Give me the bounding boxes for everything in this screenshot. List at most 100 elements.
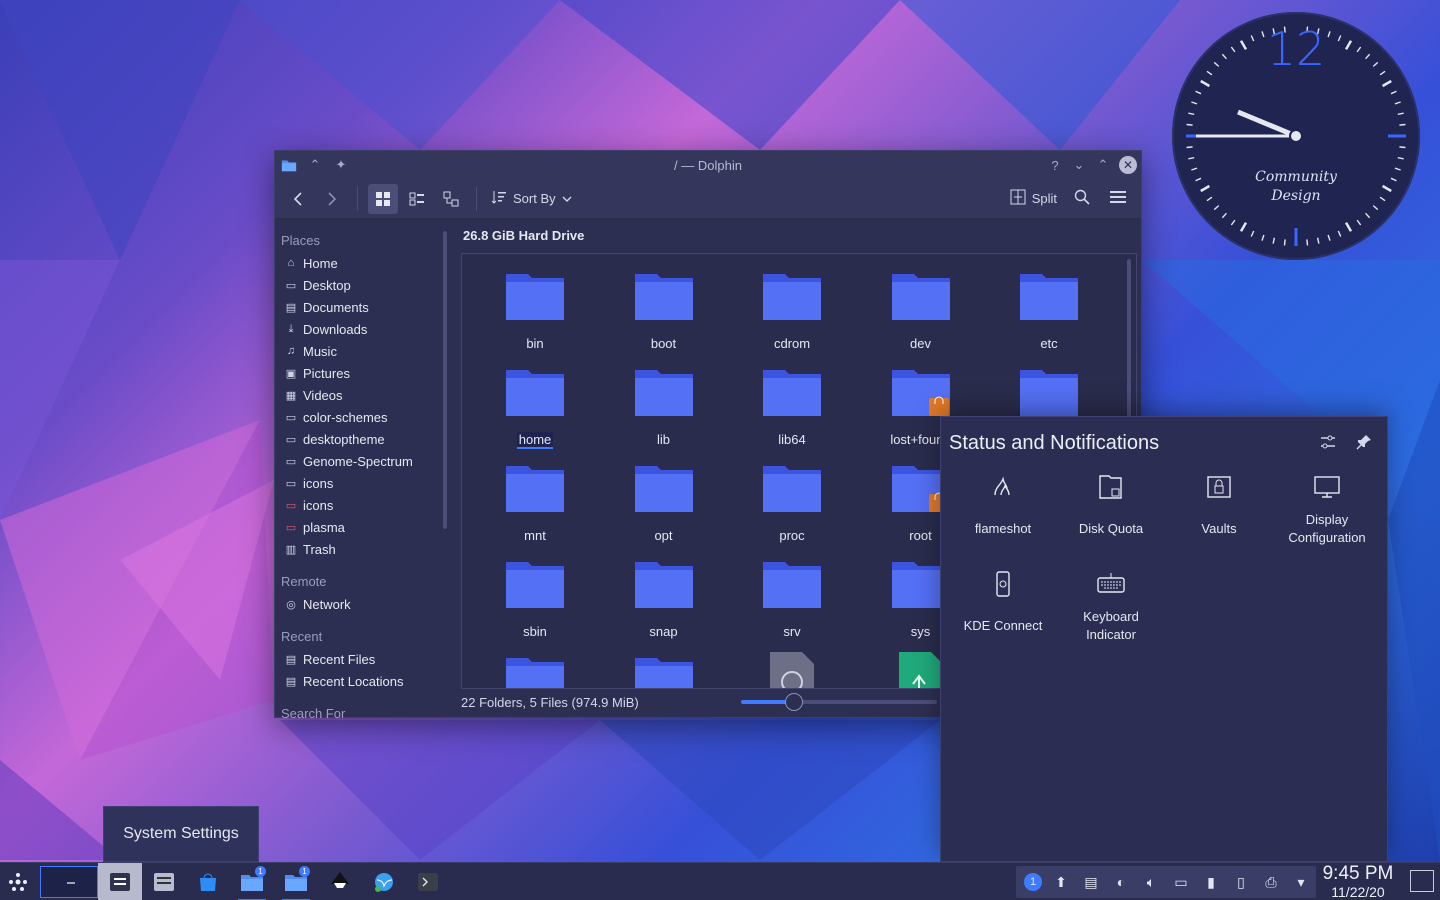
folder-item[interactable]: snap [609,556,719,639]
folder-item[interactable] [480,652,590,688]
tray-expand-chevron-icon[interactable]: ▾ [1290,871,1312,893]
notification-count-badge[interactable]: 1 [1024,873,1042,891]
folder-item[interactable]: dev [866,268,976,351]
folder-item[interactable]: cdrom [737,268,847,351]
folder-item[interactable]: bin [480,268,590,351]
folder-item[interactable]: mnt [480,460,590,543]
status-item[interactable]: Vaults [1165,473,1273,538]
window-titlebar[interactable]: ⌃ ✦ / — Dolphin ? ⌄ ⌃ ✕ [275,151,1141,179]
folder-item[interactable] [609,652,719,688]
details-view-button[interactable] [436,184,466,214]
folder-item[interactable] [994,364,1104,418]
help-button[interactable]: ? [1047,157,1063,173]
clipboard-icon[interactable]: ▤ [1080,871,1102,893]
folder-item[interactable]: proc [737,460,847,543]
folder-item[interactable]: etc [994,268,1104,351]
brightness-icon[interactable]: ◐ [1110,871,1132,893]
place-item[interactable]: ▭ Desktop [275,274,437,296]
folder-item[interactable]: sbin [480,556,590,639]
place-item[interactable]: ▤ Documents [275,296,437,318]
status-item[interactable]: Keyboard Indicator [1057,570,1165,644]
icons-view-button[interactable] [368,183,398,214]
clock-tick [1316,237,1320,244]
task-store[interactable] [186,863,230,900]
usb-device-icon[interactable]: ▮ [1200,871,1222,893]
back-button[interactable] [283,184,313,214]
pin-icon[interactable]: ✦ [333,157,349,173]
close-button[interactable]: ✕ [1119,156,1137,174]
pin-icon[interactable] [1355,433,1373,454]
task-browser[interactable] [362,863,406,900]
volume-icon[interactable]: 🔈︎ [1140,871,1162,893]
zoom-slider-handle[interactable] [784,693,803,711]
places-header: Places [281,233,321,248]
compact-view-button[interactable] [402,184,432,214]
place-item[interactable]: ▭ icons [275,494,437,516]
folder-icon [762,268,822,322]
zoom-slider[interactable] [741,693,937,711]
file-item[interactable] [737,652,847,688]
file-view-scrollbar[interactable] [1127,259,1131,419]
place-item[interactable]: ⤓ Downloads [275,318,437,340]
updates-icon[interactable]: ⬆ [1050,871,1072,893]
configure-icon[interactable] [1319,433,1337,454]
recent-locations-icon: ▤ [285,675,297,688]
folder-app-icon[interactable] [281,157,297,173]
place-item[interactable]: ▦ Videos [275,384,437,406]
system-tray: 1 ⬆ ▤ ◐ 🔈︎ ▭ ▮ ▯ ⎙ ▾ [1016,866,1316,898]
folder-name: mnt [524,528,546,543]
status-item[interactable]: flameshot [949,473,1057,538]
place-item[interactable]: ▭ desktoptheme [275,428,437,450]
application-launcher-button[interactable] [0,863,36,900]
task-dolphin-1[interactable]: 1 [230,863,274,900]
places-scrollbar[interactable] [443,231,447,529]
place-item[interactable]: ▣ Pictures [275,362,437,384]
place-item[interactable]: ▤ Recent Files [275,648,437,670]
place-item[interactable]: ▭ icons [275,472,437,494]
clock-tick [1272,237,1276,244]
kde-connect-tray-icon[interactable]: ▯ [1230,871,1252,893]
hamburger-menu-button[interactable] [1103,184,1133,214]
home-icon: ⌂ [287,257,295,269]
place-item[interactable]: ◎ Network [275,593,437,615]
place-item[interactable]: ▥ Trash [275,538,437,560]
place-item[interactable]: ▭ Genome-Spectrum [275,450,437,472]
status-item-label: Display Configuration [1288,512,1366,545]
place-item[interactable]: ⌂ Home [275,252,437,274]
folder-item[interactable]: lib [609,364,719,447]
place-item[interactable]: ♫ Music [275,340,437,362]
search-button[interactable] [1067,184,1097,214]
folder-item[interactable]: lib64 [737,364,847,447]
task-inkscape[interactable] [318,863,362,900]
remote-header: Remote [281,574,327,589]
place-item[interactable]: ▭ color-schemes [275,406,437,428]
split-button[interactable]: Split [1006,184,1061,214]
folder-item[interactable]: boot [609,268,719,351]
status-item[interactable]: Disk Quota [1057,473,1165,538]
clock-date: 11/22/20 [1331,884,1385,900]
virtual-desktop-pager[interactable] [40,865,98,898]
task-terminal[interactable] [406,863,450,900]
printer-icon[interactable]: ⎙ [1260,871,1282,893]
folder-item[interactable]: srv [737,556,847,639]
place-item[interactable]: ▤ Recent Locations [275,670,437,692]
status-item[interactable]: KDE Connect [949,570,1057,635]
taskbar-tooltip: System Settings [103,806,259,862]
show-desktop-button[interactable] [1410,870,1434,892]
status-item[interactable]: Display Configuration [1273,473,1381,547]
forward-button[interactable] [317,184,347,214]
keep-above-icon[interactable]: ⌃ [307,157,323,173]
sort-by-button[interactable]: Sort By [487,184,576,214]
network-disconnected-icon[interactable]: ▭ [1170,871,1192,893]
folder-name: lib [656,432,670,447]
task-discover[interactable] [142,863,186,900]
digital-clock[interactable]: 9:45 PM 11/22/20 [1316,864,1400,900]
place-item[interactable]: ▭ plasma [275,516,437,538]
folder-item[interactable]: home [480,364,590,449]
minimize-button[interactable]: ⌄ [1071,157,1087,173]
clock-tick [1200,79,1211,88]
task-dolphin-2[interactable]: 1 [274,863,318,900]
task-system-settings[interactable] [98,862,142,900]
maximize-button[interactable]: ⌃ [1095,157,1111,173]
folder-item[interactable]: opt [609,460,719,543]
